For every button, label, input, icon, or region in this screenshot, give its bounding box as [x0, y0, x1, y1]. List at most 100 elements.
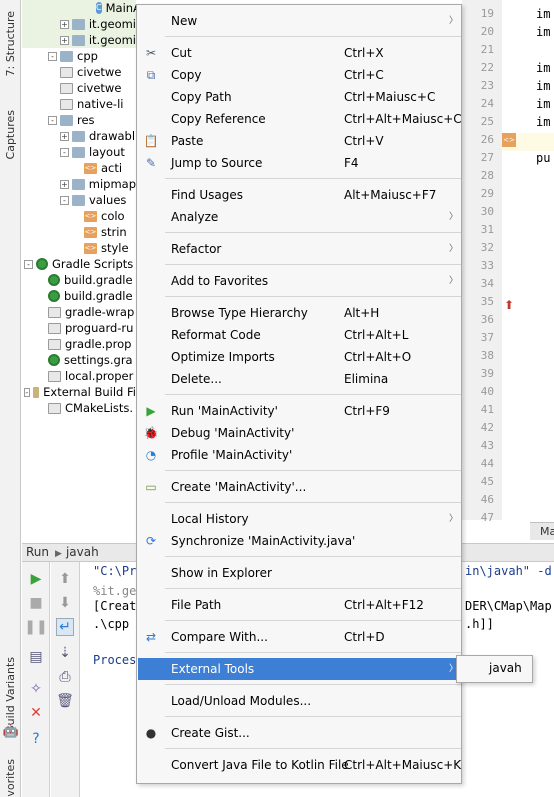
menu-item-copy-reference[interactable]: Copy Reference Ctrl+Alt+Maiusc+C — [138, 108, 462, 130]
expand-icon[interactable]: + — [60, 131, 69, 141]
menu-item-jump-to-source[interactable]: ✎ Jump to Source F4 — [138, 152, 462, 174]
menu-item-profile-mainactivity[interactable]: ◔ Profile 'MainActivity' — [138, 444, 462, 466]
print-icon[interactable]: ⎙ — [56, 668, 74, 686]
menu-item-add-to-favorites[interactable]: Add to Favorites 〉 — [138, 270, 462, 292]
attach-debugger-icon[interactable]: ✧ — [27, 680, 45, 698]
tree-row-label: External Build Fi — [43, 385, 136, 399]
android-icon[interactable]: 🤖 — [2, 724, 20, 742]
menu-item-analyze[interactable]: Analyze 〉 — [138, 206, 462, 228]
code-line[interactable]: im — [536, 115, 550, 129]
menu-item-synchronize-mainactivity-java[interactable]: ⟳ Synchronize 'MainActivity.java' — [138, 530, 462, 552]
stop-icon[interactable]: ■ — [27, 594, 45, 612]
override-marker-icon[interactable]: ⬆ — [502, 298, 516, 312]
tree-row[interactable]: build.gradle — [22, 288, 136, 304]
menu-item-label: External Tools — [171, 662, 255, 676]
tree-row[interactable]: CMakeLists. — [22, 400, 136, 416]
code-line[interactable]: im — [536, 97, 550, 111]
menu-item-new[interactable]: New 〉 — [138, 10, 462, 32]
tree-row[interactable]: - Gradle Scripts — [22, 256, 136, 272]
tree-row[interactable]: - values — [22, 192, 136, 208]
submenu-item-javah[interactable]: javah — [489, 661, 522, 675]
menu-item-compare-with[interactable]: ⇄ Compare With... Ctrl+D — [138, 626, 462, 648]
tree-row[interactable]: + it.geomi — [22, 16, 136, 32]
tree-row[interactable]: proguard-ru — [22, 320, 136, 336]
tree-row[interactable]: + drawabl — [22, 128, 136, 144]
menu-item-reformat-code[interactable]: Reformat Code Ctrl+Alt+L — [138, 324, 462, 346]
collapse-icon[interactable]: - — [24, 259, 33, 269]
captures-tab[interactable]: Captures — [0, 100, 21, 170]
collapse-icon[interactable]: - — [48, 115, 57, 125]
code-line[interactable]: im — [536, 7, 550, 21]
expand-icon[interactable]: + — [60, 35, 69, 45]
menu-item-label: Browse Type Hierarchy — [171, 306, 308, 320]
code-line[interactable]: im — [536, 79, 550, 93]
menu-item-paste[interactable]: 📋 Paste Ctrl+V — [138, 130, 462, 152]
tree-row[interactable]: settings.gra — [22, 352, 136, 368]
collapse-icon[interactable]: - — [24, 387, 30, 397]
help-icon[interactable]: ? — [27, 730, 45, 748]
scroll-to-end-icon[interactable]: ⇣ — [56, 644, 74, 662]
menu-item-refactor[interactable]: Refactor 〉 — [138, 238, 462, 260]
tree-row[interactable]: <> style — [22, 240, 136, 256]
tree-row[interactable]: civetwe — [22, 64, 136, 80]
dump-threads-icon[interactable]: ▤ — [27, 648, 45, 666]
close-icon[interactable]: ✕ — [27, 704, 45, 722]
code-line[interactable]: im — [536, 61, 550, 75]
clear-all-icon[interactable]: 🗑 — [56, 692, 74, 710]
expand-icon[interactable]: + — [60, 19, 69, 29]
structure-tab[interactable]: 7: Structure — [0, 4, 21, 84]
tree-row[interactable]: - layout — [22, 144, 136, 160]
collapse-icon[interactable]: - — [60, 147, 69, 157]
tree-row[interactable]: - res — [22, 112, 136, 128]
scroll-up-icon[interactable]: ⬆ — [56, 570, 74, 588]
menu-item-find-usages[interactable]: Find Usages Alt+Maiusc+F7 — [138, 184, 462, 206]
menu-item-file-path[interactable]: File Path Ctrl+Alt+F12 — [138, 594, 462, 616]
menu-item-create-gist[interactable]: ● Create Gist... — [138, 722, 462, 744]
tree-row[interactable]: CMainActivi — [22, 0, 136, 16]
collapse-icon[interactable]: - — [48, 51, 57, 61]
menu-item-label: Run 'MainActivity' — [171, 404, 278, 418]
menu-item-copy[interactable]: ⧉ Copy Ctrl+C — [138, 64, 462, 86]
tree-row[interactable]: - cpp — [22, 48, 136, 64]
editor-tab[interactable]: Ma — [530, 522, 554, 540]
menu-item-show-in-explorer[interactable]: Show in Explorer — [138, 562, 462, 584]
tree-row[interactable]: + mipmap — [22, 176, 136, 192]
pause-icon[interactable]: ❚❚ — [24, 618, 47, 636]
menu-item-local-history[interactable]: Local History 〉 — [138, 508, 462, 530]
tree-row[interactable]: <> colo — [22, 208, 136, 224]
tree-row[interactable]: local.proper — [22, 368, 136, 384]
scroll-down-icon[interactable]: ⬇ — [56, 594, 74, 612]
tree-row[interactable]: <> acti — [22, 160, 136, 176]
tree-row[interactable]: + it.geomi — [22, 32, 136, 48]
tree-row[interactable]: - External Build Fi — [22, 384, 136, 400]
menu-item-external-tools[interactable]: External Tools 〉 — [138, 658, 462, 680]
favorites-tab[interactable]: vorites — [0, 758, 21, 797]
tree-row[interactable]: <> strin — [22, 224, 136, 240]
tree-row[interactable]: native-li — [22, 96, 136, 112]
tree-row[interactable]: gradle.prop — [22, 336, 136, 352]
menu-item-load-unload-modules[interactable]: Load/Unload Modules... — [138, 690, 462, 712]
collapse-icon[interactable]: - — [60, 195, 69, 205]
menu-item-debug-mainactivity[interactable]: 🐞 Debug 'MainActivity' — [138, 422, 462, 444]
xml-marker-icon[interactable]: <> — [502, 133, 516, 147]
rerun-icon[interactable]: ▶ — [27, 570, 45, 588]
expand-icon[interactable]: + — [60, 179, 69, 189]
menu-item-copy-path[interactable]: Copy Path Ctrl+Maiusc+C — [138, 86, 462, 108]
menu-item-create-mainactivity[interactable]: ▭ Create 'MainActivity'... — [138, 476, 462, 498]
tree-row[interactable]: build.gradle — [22, 272, 136, 288]
menu-item-run-mainactivity[interactable]: ▶ Run 'MainActivity' Ctrl+F9 — [138, 400, 462, 422]
menu-item-optimize-imports[interactable]: Optimize Imports Ctrl+Alt+O — [138, 346, 462, 368]
build-variants-tab-label: Build Variants — [4, 657, 17, 733]
menu-item-cut[interactable]: ✂ Cut Ctrl+X — [138, 42, 462, 64]
text-file-icon — [48, 402, 61, 414]
tree-row[interactable]: civetwe — [22, 80, 136, 96]
tree-row-label: gradle.prop — [65, 337, 132, 351]
menu-item-browse-type-hierarchy[interactable]: Browse Type Hierarchy Alt+H — [138, 302, 462, 324]
xml-file-icon: <> — [84, 242, 97, 254]
code-line[interactable]: im — [536, 25, 550, 39]
menu-item-convert-java-file-to-kotlin-file[interactable]: Convert Java File to Kotlin File Ctrl+Alt… — [138, 754, 462, 776]
tree-row[interactable]: gradle-wrap — [22, 304, 136, 320]
soft-wrap-icon[interactable]: ↵ — [56, 618, 74, 636]
menu-item-delete[interactable]: Delete... Elimina — [138, 368, 462, 390]
code-line[interactable]: pu — [536, 151, 550, 165]
